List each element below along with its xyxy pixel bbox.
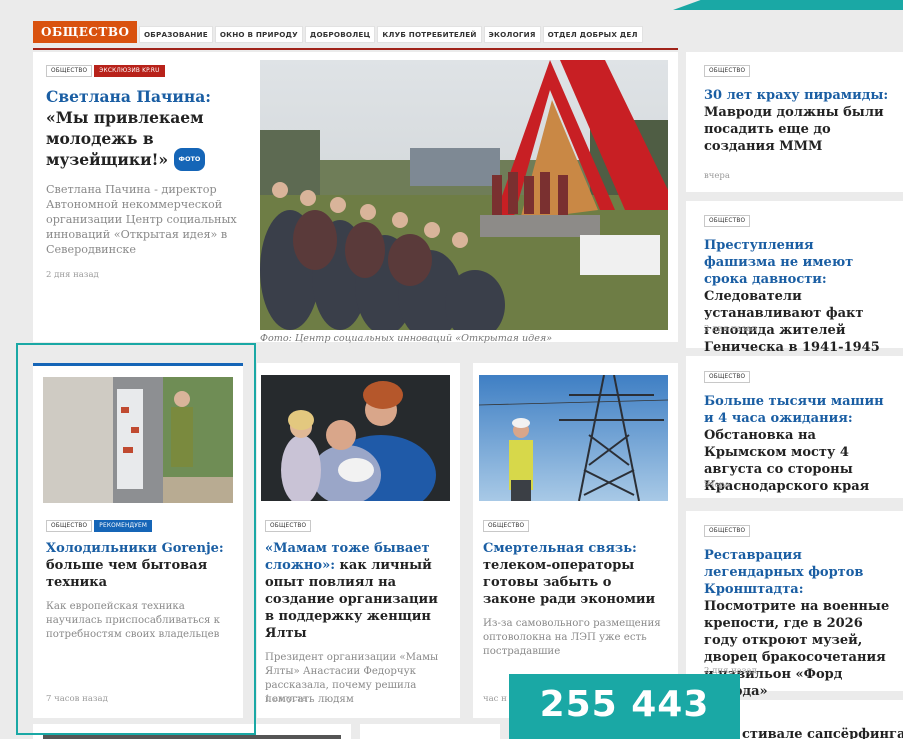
family-photo-icon [261, 375, 450, 501]
sidebar-card-bridge-title[interactable]: Больше тысячи машин и 4 часа ожидания: О… [704, 393, 889, 495]
sidebar-card-mmm-text: ОБЩЕСТВО 30 лет краху пирамиды: Мавроди … [704, 60, 894, 155]
card-partial-middle[interactable] [360, 724, 500, 739]
nav-item-volunteer[interactable]: ДОБРОВОЛЕЦ [304, 26, 376, 43]
main-article-title[interactable]: Светлана Пачина: «Мы привлекаем молодежь… [46, 86, 246, 173]
sidebar-card-mmm-title[interactable]: 30 лет краху пирамиды: Мавроди должны бы… [704, 87, 894, 155]
card-mothers-time: 1 августа [265, 694, 307, 704]
tag-society[interactable]: ОБЩЕСТВО [704, 524, 751, 537]
nav-item-nature[interactable]: ОКНО В ПРИРОДУ [214, 26, 303, 43]
sidebar-card-fascism-title[interactable]: Преступления фашизма не имеют срока давн… [704, 237, 889, 373]
tag-society[interactable]: ОБЩЕСТВО [704, 214, 751, 227]
festival-photo-icon [260, 60, 668, 330]
tag-society[interactable]: ОБЩЕСТВО [265, 519, 312, 532]
tag-society[interactable]: ОБЩЕСТВО [704, 64, 751, 77]
photo-caption: Фото: Центр социальных инноваций «Открыт… [260, 333, 553, 344]
tag-exclusive[interactable]: ЭКСКЛЮЗИВ KP.RU [94, 64, 165, 77]
tag-society[interactable]: ОБЩЕСТВО [704, 370, 751, 383]
power-line-photo-icon [479, 375, 668, 501]
nav-item-ecology[interactable]: ЭКОЛОГИЯ [483, 26, 541, 43]
view-counter: 255 443 [509, 674, 740, 739]
sidebar-card-bridge-time: вчера [704, 480, 730, 490]
card-telecom-title[interactable]: Смертельная связь: телеком-операторы гот… [483, 540, 663, 608]
main-article-time: 2 дня назад [46, 269, 99, 280]
card-mothers-image[interactable] [261, 375, 450, 501]
main-article-desc: Светлана Пачина - директор Автономной не… [46, 182, 237, 256]
card-telecom-time: час н [483, 694, 507, 704]
sidebar-card-surfing-title[interactable]: стивале сапсёрфинга [742, 726, 903, 739]
section-badge[interactable]: ОБЩЕСТВО [33, 21, 138, 43]
photo-badge: ФОТО [173, 147, 206, 171]
nav-item-education[interactable]: ОБРАЗОВАНИЕ [139, 26, 213, 43]
card-partial-left-image [43, 735, 341, 739]
highlight-frame [16, 343, 256, 735]
main-article-text: ОБЩЕСТВО ЭКСКЛЮЗИВ KP.RU Светлана Пачина:… [46, 60, 246, 280]
card-telecom-text: ОБЩЕСТВО Смертельная связь: телеком-опер… [483, 515, 663, 659]
sidebar-card-fascism-time: 2 дня назад [704, 324, 757, 334]
tag-society[interactable]: ОБЩЕСТВО [483, 519, 530, 532]
main-article-photo[interactable] [260, 60, 668, 330]
sidebar-card-bridge-text: ОБЩЕСТВО Больше тысячи машин и 4 часа ож… [704, 366, 889, 495]
sidebar-card-mmm-time: вчера [704, 171, 730, 181]
section-header: ОБЩЕСТВО ОБРАЗОВАНИЕ ОКНО В ПРИРОДУ ДОБР… [33, 19, 678, 49]
card-mothers-text: ОБЩЕСТВО «Мамам тоже бывает сложно»: как… [265, 515, 450, 707]
header-divider [33, 48, 678, 50]
sidebar-card-fascism-text: ОБЩЕСТВО Преступления фашизма не имеют с… [704, 210, 889, 373]
section-nav: ОБРАЗОВАНИЕ ОКНО В ПРИРОДУ ДОБРОВОЛЕЦ КЛ… [139, 26, 645, 43]
card-telecom-desc: Из-за самовольного размещения оптоволокн… [483, 618, 661, 657]
card-mothers-title[interactable]: «Мамам тоже бывает сложно»: как личный о… [265, 540, 450, 642]
tag-society[interactable]: ОБЩЕСТВО [46, 64, 93, 77]
nav-item-consumers[interactable]: КЛУБ ПОТРЕБИТЕЛЕЙ [377, 26, 482, 43]
nav-item-good-deeds[interactable]: ОТДЕЛ ДОБРЫХ ДЕЛ [542, 26, 643, 43]
card-telecom-image[interactable] [479, 375, 668, 501]
corner-accent [673, 0, 903, 10]
